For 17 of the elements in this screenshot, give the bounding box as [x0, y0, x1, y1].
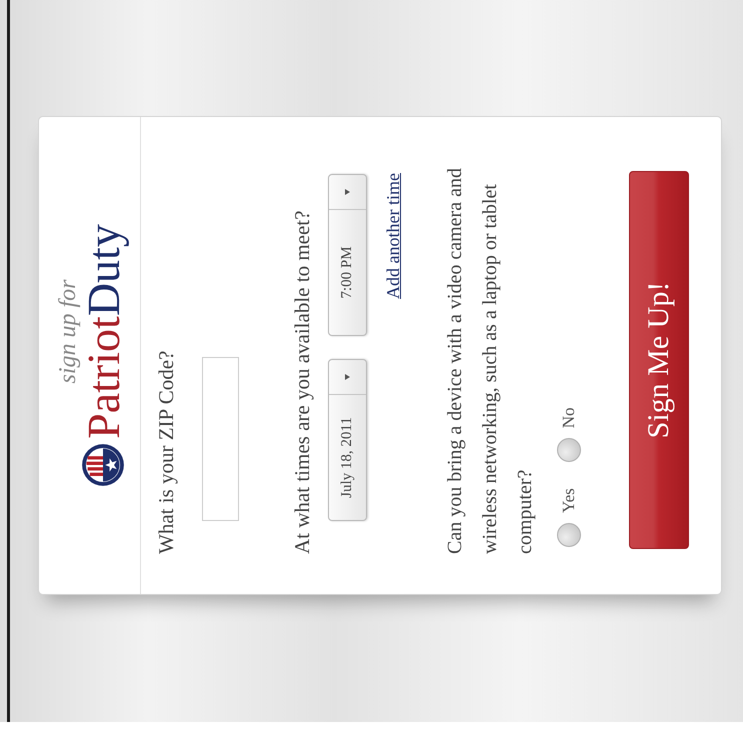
dropdown-arrow-icon: [345, 189, 350, 195]
sign-up-button[interactable]: Sign Me Up!: [629, 171, 689, 549]
date-select[interactable]: July 18, 2011: [328, 359, 367, 521]
times-label: At what times are you available to meet?: [289, 210, 315, 554]
dropdown-arrow-icon: [345, 374, 350, 380]
radio-button[interactable]: [557, 438, 581, 462]
radio-label: Yes: [559, 488, 579, 513]
device-question: Can you bring a device with a video camera and wireless networking, such as a laptop or tablet computer?: [443, 167, 537, 554]
flag-seal-icon: [80, 442, 124, 487]
radio-button[interactable]: [557, 523, 581, 547]
radio-label: No: [559, 407, 579, 428]
tagline: sign up for: [56, 280, 78, 384]
time-select[interactable]: 7:00 PM: [328, 174, 367, 336]
zip-input[interactable]: [202, 357, 239, 521]
brand-name: PatriotDuty: [78, 224, 128, 439]
zip-label: What is your ZIP Code?: [153, 350, 179, 554]
add-another-time-link[interactable]: Add another time: [383, 173, 404, 299]
